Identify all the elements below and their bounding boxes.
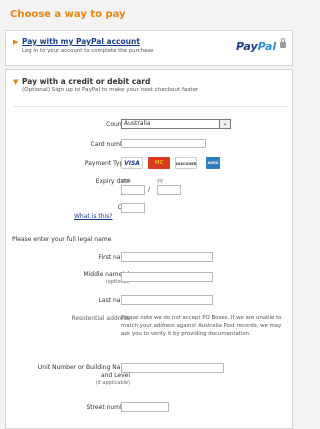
chevron-down-icon: ⌄ bbox=[219, 120, 230, 128]
paypal-logo: PayPal bbox=[236, 40, 277, 53]
arrow-right-icon: ▶ bbox=[13, 38, 19, 46]
mastercard-icon: MC bbox=[148, 157, 170, 169]
arrow-down-icon: ▼ bbox=[13, 78, 19, 86]
lock-icon bbox=[280, 38, 286, 48]
pay-with-paypal-link[interactable]: Pay with my PayPal account bbox=[22, 37, 140, 46]
card-option-subtext: (Optional) Sign up to PayPal to make you… bbox=[22, 87, 199, 93]
unit-label-line1: Unit Number or Building Name bbox=[37, 364, 130, 371]
paypal-option-subtext: Log in to your account to complete the p… bbox=[22, 48, 154, 54]
visa-card-icon: VISA bbox=[121, 157, 143, 169]
amex-card-icon: AMEX bbox=[206, 157, 220, 169]
middle-name-input[interactable] bbox=[121, 272, 213, 282]
expiry-separator: / bbox=[148, 186, 151, 193]
country-select[interactable]: Australia ⌄ bbox=[121, 119, 231, 129]
residential-address-note: Please note we do not accept PO Boxes. I… bbox=[121, 315, 282, 337]
page-title: Choose a way to pay bbox=[10, 9, 126, 20]
country-value: Australia bbox=[124, 120, 151, 127]
divider bbox=[15, 106, 287, 107]
cvv-input[interactable] bbox=[121, 203, 145, 213]
street-number-input[interactable] bbox=[121, 402, 169, 412]
first-name-input[interactable] bbox=[121, 252, 213, 262]
expiry-month-input[interactable] bbox=[121, 185, 145, 195]
card-number-input[interactable] bbox=[121, 139, 206, 148]
unit-input[interactable] bbox=[121, 363, 224, 373]
discover-card-icon: DISCOVER bbox=[175, 157, 197, 169]
legal-name-prompt: Please enter your full legal name bbox=[12, 236, 112, 243]
last-name-input[interactable] bbox=[121, 295, 213, 305]
cvv-help-link[interactable]: What is this? bbox=[74, 213, 113, 220]
expiry-year-hint: yy bbox=[157, 178, 163, 184]
expiry-month-hint: mm bbox=[121, 178, 131, 184]
unit-note: (if applicable) bbox=[95, 380, 130, 386]
expiry-year-input[interactable] bbox=[157, 185, 181, 195]
unit-label-line2: and Level bbox=[100, 372, 130, 379]
card-option-heading[interactable]: Pay with a credit or debit card bbox=[22, 77, 150, 86]
